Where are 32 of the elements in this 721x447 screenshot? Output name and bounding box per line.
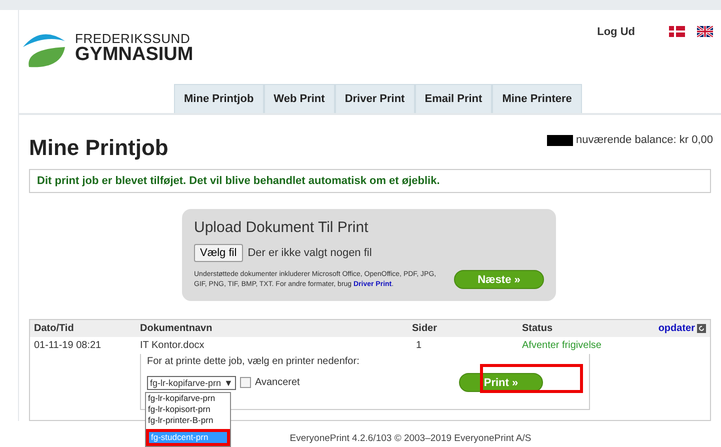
logo-text: GYMNASIUM — [75, 45, 194, 64]
footer-text: EveryonePrint 4.2.6/103 © 2003–2019 EveryonePrint A/S — [290, 433, 532, 444]
table-cell-text: IT Kontor.docx — [140, 340, 206, 351]
advanced-label: Avanceret — [254, 377, 300, 388]
advanced-checkbox[interactable] — [240, 377, 251, 388]
balance-text: nuværende balance: kr 0,00 — [576, 134, 713, 146]
file-status: Der er ikke valgt nogen fil — [248, 247, 372, 259]
upload-title: Upload Dokument Til Print — [194, 219, 370, 236]
logo-text: FREDERIKSSUND — [75, 32, 192, 45]
column-header: Status — [522, 323, 554, 334]
printer-select[interactable]: fg-lr-kopifarve-prn ▼ — [147, 376, 236, 390]
nav-tab[interactable]: Driver Print — [334, 84, 415, 113]
column-header: Dato/Tid — [33, 323, 75, 334]
redaction-bar — [547, 134, 574, 146]
nav-tab[interactable]: Mine Printjob — [174, 84, 264, 113]
logout-link[interactable]: Log Ud — [597, 26, 635, 38]
danish-flag-icon[interactable] — [669, 26, 685, 37]
printer-prompt: For at printe dette job, vælg en printer nedenfor: — [147, 356, 360, 367]
refresh-icon[interactable] — [697, 324, 706, 333]
nav-tab[interactable]: Web Print — [264, 84, 335, 113]
british-flag-icon[interactable] — [697, 26, 713, 37]
page-title: Mine Printjob — [29, 135, 168, 161]
nav-tab[interactable]: Email Print — [414, 84, 492, 113]
choose-file-button[interactable]: Vælg fil — [194, 244, 243, 262]
status-cell-text: Afventer frigivelse — [522, 340, 602, 351]
nav-tab[interactable]: Mine Printere — [492, 84, 582, 113]
column-header: Dokumentnavn — [140, 323, 214, 334]
table-cell-text: 01-11-19 08:21 — [33, 340, 102, 351]
success-message: Dit print job er blevet tilføjet. Det vil blive behandlet automatisk om et øjeblik. — [29, 169, 711, 193]
refresh-link[interactable]: opdater — [658, 323, 695, 334]
table-cell-text: 1 — [415, 340, 423, 351]
column-header: Sider — [411, 323, 438, 334]
